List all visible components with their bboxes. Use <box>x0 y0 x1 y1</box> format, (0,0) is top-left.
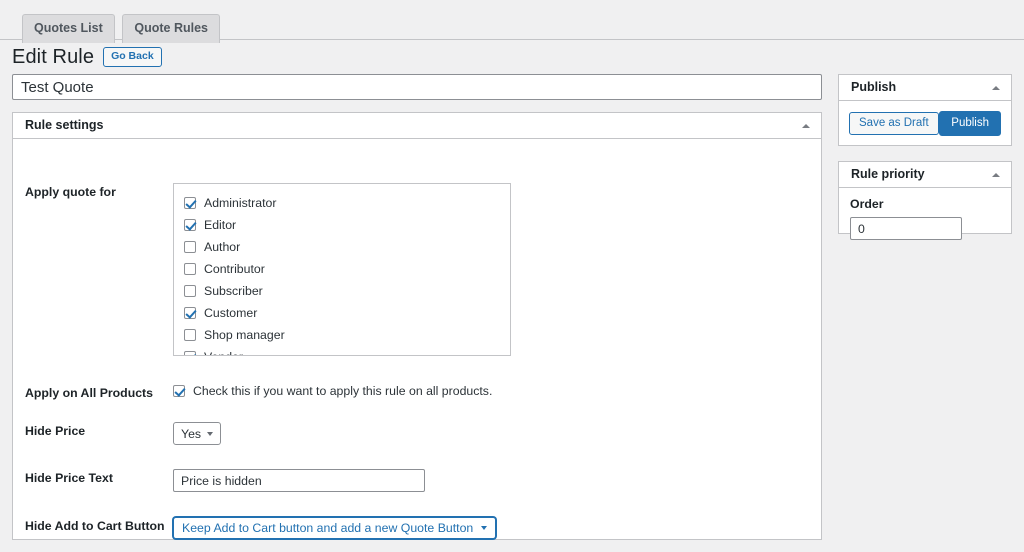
role-option-customer[interactable]: Customer <box>184 302 510 324</box>
publish-panel-header[interactable]: Publish <box>839 75 1011 101</box>
role-checkbox[interactable] <box>184 263 196 275</box>
order-label: Order <box>850 197 884 211</box>
collapse-caret-up-icon[interactable] <box>992 85 1000 90</box>
role-checkbox[interactable] <box>184 219 196 231</box>
role-checkbox[interactable] <box>184 241 196 253</box>
order-input[interactable] <box>850 217 962 240</box>
tab-bar: Quotes List Quote Rules <box>0 0 1024 43</box>
role-option-editor[interactable]: Editor <box>184 214 510 236</box>
role-checkbox[interactable] <box>184 285 196 297</box>
row-hide-price-text: Hide Price Text <box>13 469 821 492</box>
row-hide-add-to-cart: Hide Add to Cart Button Keep Add to Cart… <box>13 517 821 539</box>
field-apply-quote-for: Administrator Editor Author Contributor Subs… <box>171 183 821 356</box>
role-checkbox[interactable] <box>184 329 196 341</box>
apply-all-products-control[interactable]: Check this if you want to apply this rul… <box>173 384 821 398</box>
role-option-contributor[interactable]: Contributor <box>184 258 510 280</box>
role-checkbox[interactable] <box>184 351 196 355</box>
go-back-button[interactable]: Go Back <box>103 46 162 68</box>
save-as-draft-button[interactable]: Save as Draft <box>849 111 939 136</box>
role-label: Vendor <box>204 350 243 355</box>
hide-price-select[interactable]: Yes <box>173 422 222 445</box>
row-hide-price: Hide Price Yes <box>13 422 821 445</box>
hide-price-text-input[interactable] <box>173 469 425 492</box>
apply-all-products-checkbox[interactable] <box>173 385 185 397</box>
role-option-administrator[interactable]: Administrator <box>184 192 510 214</box>
publish-panel-title: Publish <box>851 80 897 95</box>
apply-all-products-text: Check this if you want to apply this rul… <box>193 384 493 398</box>
row-apply-all-products: Apply on All Products Check this if you … <box>13 384 821 400</box>
role-option-subscriber[interactable]: Subscriber <box>184 280 510 302</box>
role-checkbox[interactable] <box>184 197 196 209</box>
hide-add-to-cart-value: Keep Add to Cart button and add a new Qu… <box>182 521 474 535</box>
field-hide-price: Yes <box>171 422 821 445</box>
tab-quote-rules[interactable]: Quote Rules <box>122 14 221 43</box>
rule-title-input[interactable] <box>12 74 822 100</box>
field-apply-all-products: Check this if you want to apply this rul… <box>171 384 821 398</box>
label-hide-add-to-cart: Hide Add to Cart Button <box>25 519 165 533</box>
rule-settings-title: Rule settings <box>25 118 104 133</box>
chevron-down-icon <box>207 431 214 436</box>
rule-settings-header[interactable]: Rule settings <box>13 113 821 139</box>
row-apply-quote-for: Apply quote for Administrator Editor Autho… <box>13 183 821 356</box>
label-hide-price: Hide Price <box>25 424 86 438</box>
role-label: Administrator <box>204 196 277 210</box>
label-hide-price-text: Hide Price Text <box>25 471 113 485</box>
role-checkbox[interactable] <box>184 307 196 319</box>
hide-price-value: Yes <box>181 426 202 441</box>
field-hide-price-text <box>171 469 821 492</box>
hide-add-to-cart-select[interactable]: Keep Add to Cart button and add a new Qu… <box>173 517 497 539</box>
rule-priority-header[interactable]: Rule priority <box>839 162 1011 188</box>
role-label: Contributor <box>204 262 265 276</box>
rule-settings-body: Apply quote for Administrator Editor Autho… <box>13 183 821 552</box>
tab-quotes-list[interactable]: Quotes List <box>22 14 115 43</box>
page-header: Edit Rule Go Back <box>12 44 162 70</box>
publish-panel: Publish Save as Draft Publish <box>838 74 1012 146</box>
role-option-shop-manager[interactable]: Shop manager <box>184 324 510 346</box>
label-apply-all-products: Apply on All Products <box>25 386 153 400</box>
publish-button[interactable]: Publish <box>939 110 1001 137</box>
field-hide-add-to-cart: Keep Add to Cart button and add a new Qu… <box>171 517 821 539</box>
role-label: Author <box>204 240 241 254</box>
rule-priority-title: Rule priority <box>851 167 925 182</box>
role-option-author[interactable]: Author <box>184 236 510 258</box>
collapse-caret-up-icon[interactable] <box>992 172 1000 177</box>
role-label: Editor <box>204 218 237 232</box>
roles-checkbox-list[interactable]: Administrator Editor Author Contributor Subs… <box>173 183 511 356</box>
role-label: Customer <box>204 306 258 320</box>
rule-settings-panel: Rule settings Apply quote for Administra… <box>12 112 822 540</box>
role-label: Shop manager <box>204 328 285 342</box>
rule-priority-body: Order <box>839 188 1011 240</box>
rule-priority-panel: Rule priority Order <box>838 161 1012 240</box>
admin-page: Quotes List Quote Rules Edit Rule Go Bac… <box>0 0 1024 552</box>
role-label: Subscriber <box>204 284 263 298</box>
publish-panel-body: Save as Draft Publish <box>839 101 1011 146</box>
role-option-vendor[interactable]: Vendor <box>184 346 510 355</box>
collapse-caret-up-icon[interactable] <box>802 123 810 128</box>
chevron-down-icon <box>481 526 488 530</box>
page-title: Edit Rule <box>12 46 95 68</box>
label-apply-quote-for: Apply quote for <box>25 185 116 199</box>
